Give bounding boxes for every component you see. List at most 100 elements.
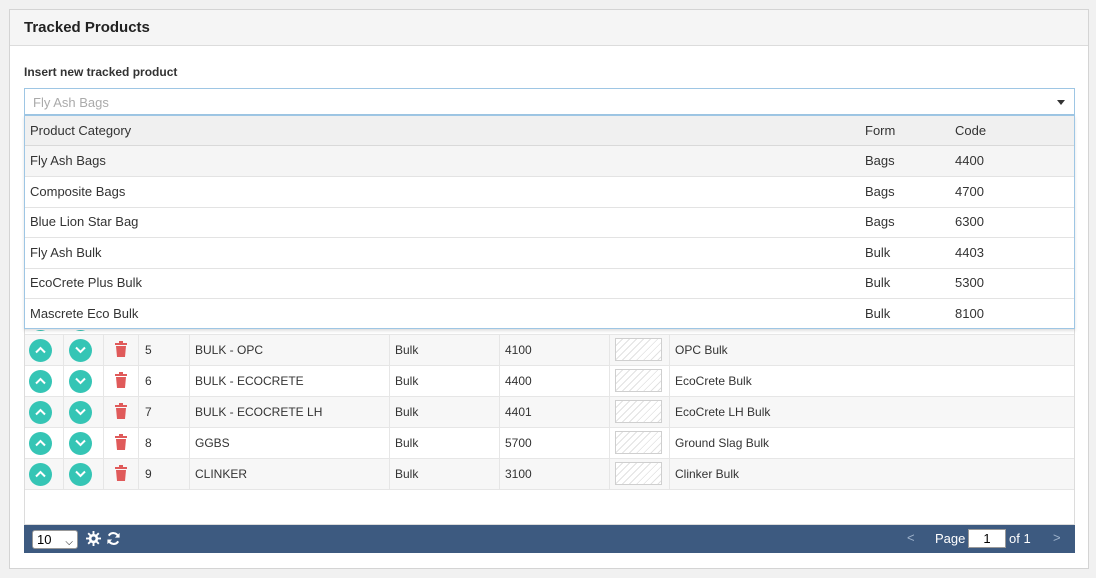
cell-order: 8	[145, 436, 152, 450]
cell-category: OPC Bulk	[675, 343, 728, 357]
dropdown-option[interactable]: Blue Lion Star Bag Bags 6300	[25, 207, 1074, 239]
dropdown-option[interactable]: Fly Ash Bags Bags 4400	[25, 146, 1074, 177]
column-divider	[389, 397, 390, 427]
table-row: 7 BULK - ECOCRETE LH Bulk 4401 EcoCrete LH B…	[25, 397, 1074, 428]
product-combobox-value[interactable]: Fly Ash Bags	[33, 95, 109, 110]
column-divider	[138, 397, 139, 427]
color-swatch[interactable]	[615, 400, 662, 423]
prev-page-button[interactable]: <	[907, 530, 915, 545]
refresh-icon[interactable]	[106, 531, 121, 546]
column-divider	[389, 428, 390, 458]
column-divider	[63, 397, 64, 427]
trash-icon[interactable]	[114, 372, 128, 388]
cell-code: 4401	[505, 405, 532, 419]
column-divider	[499, 397, 500, 427]
move-up-button[interactable]	[29, 339, 52, 362]
trash-icon[interactable]	[114, 434, 128, 450]
trash-icon[interactable]	[114, 465, 128, 481]
column-divider	[103, 335, 104, 365]
move-down-button[interactable]	[69, 370, 92, 393]
color-swatch[interactable]	[615, 462, 662, 485]
move-down-button[interactable]	[69, 432, 92, 455]
chevron-down-icon: ⌵	[65, 537, 73, 548]
page-number-input[interactable]: 1	[968, 529, 1006, 548]
option-form: Bags	[865, 214, 895, 230]
caret-down-icon[interactable]	[1057, 100, 1065, 105]
column-divider	[103, 366, 104, 396]
color-swatch[interactable]	[615, 369, 662, 392]
pager-bar: 10 ⌵ < Page 1 of 1 >	[24, 525, 1075, 553]
page-label: Page	[935, 531, 966, 546]
column-divider	[609, 397, 610, 427]
color-swatch[interactable]	[615, 431, 662, 454]
cell-product: GGBS	[195, 436, 230, 450]
column-header-code: Code	[955, 123, 987, 138]
cell-category: Clinker Bulk	[675, 467, 740, 481]
column-divider	[138, 459, 139, 489]
column-divider	[389, 366, 390, 396]
gear-icon[interactable]	[86, 531, 101, 546]
column-divider	[499, 428, 500, 458]
move-up-button[interactable]	[29, 370, 52, 393]
column-divider	[499, 335, 500, 365]
dropdown-option[interactable]: Mascrete Eco Bulk Bulk 8100	[25, 299, 1074, 330]
option-code: 4700	[955, 183, 984, 199]
table-row: 5 BULK - OPC Bulk 4100 OPC Bulk	[25, 335, 1074, 366]
option-code: 4403	[955, 244, 984, 260]
option-category: Mascrete Eco Bulk	[30, 306, 139, 321]
option-category: Blue Lion Star Bag	[30, 214, 139, 230]
cell-product: CLINKER	[195, 467, 248, 481]
column-divider	[138, 428, 139, 458]
column-divider	[669, 397, 670, 427]
column-divider	[138, 366, 139, 396]
option-category: Fly Ash Bulk	[30, 244, 102, 260]
move-down-button[interactable]	[69, 463, 92, 486]
move-up-button[interactable]	[29, 432, 52, 455]
trash-icon[interactable]	[114, 403, 128, 419]
move-up-button[interactable]	[29, 463, 52, 486]
tracked-products-table: 5 BULK - OPC Bulk 4100 OPC Bulk 6 BULK - ECOCR…	[24, 312, 1075, 525]
column-divider	[138, 335, 139, 365]
column-divider	[189, 397, 190, 427]
option-code: 6300	[955, 214, 984, 230]
cell-category: EcoCrete Bulk	[675, 374, 752, 388]
page-size-select[interactable]: 10 ⌵	[32, 530, 78, 549]
dropdown-option[interactable]: EcoCrete Plus Bulk Bulk 5300	[25, 268, 1074, 300]
next-page-button[interactable]: >	[1053, 530, 1061, 545]
column-header-category: Product Category	[30, 123, 132, 138]
column-divider	[669, 366, 670, 396]
column-divider	[103, 459, 104, 489]
column-divider	[609, 459, 610, 489]
option-form: Bulk	[865, 275, 891, 291]
move-up-button[interactable]	[29, 401, 52, 424]
cell-category: EcoCrete LH Bulk	[675, 405, 771, 419]
dropdown-option[interactable]: Fly Ash Bulk Bulk 4403	[25, 238, 1074, 269]
page-size-value[interactable]: 10	[37, 532, 51, 547]
product-combobox[interactable]: Fly Ash Bags	[24, 88, 1075, 115]
move-down-button[interactable]	[69, 401, 92, 424]
product-dropdown-list: Product Category Form Code Fly Ash Bags B…	[24, 115, 1075, 330]
move-down-button[interactable]	[69, 339, 92, 362]
option-code: 5300	[955, 275, 984, 291]
cell-code: 3100	[505, 467, 532, 481]
option-category: Fly Ash Bags	[30, 153, 106, 168]
cell-category: Ground Slag Bulk	[675, 436, 770, 450]
column-divider	[63, 459, 64, 489]
cell-code: 5700	[505, 436, 532, 450]
trash-icon[interactable]	[114, 341, 128, 357]
cell-order: 7	[145, 405, 152, 419]
option-code: 8100	[955, 306, 984, 321]
insert-product-label: Insert new tracked product	[24, 65, 178, 79]
color-swatch[interactable]	[615, 338, 662, 361]
tracked-products-panel: Tracked Products Insert new tracked prod…	[9, 9, 1089, 569]
cell-order: 9	[145, 467, 152, 481]
cell-product: BULK - OPC	[195, 343, 264, 357]
option-code: 4400	[955, 153, 984, 168]
dropdown-option[interactable]: Composite Bags Bags 4700	[25, 177, 1074, 208]
column-divider	[103, 428, 104, 458]
column-divider	[499, 366, 500, 396]
column-divider	[669, 335, 670, 365]
cell-form: Bulk	[395, 374, 419, 388]
cell-form: Bulk	[395, 467, 419, 481]
column-divider	[389, 335, 390, 365]
